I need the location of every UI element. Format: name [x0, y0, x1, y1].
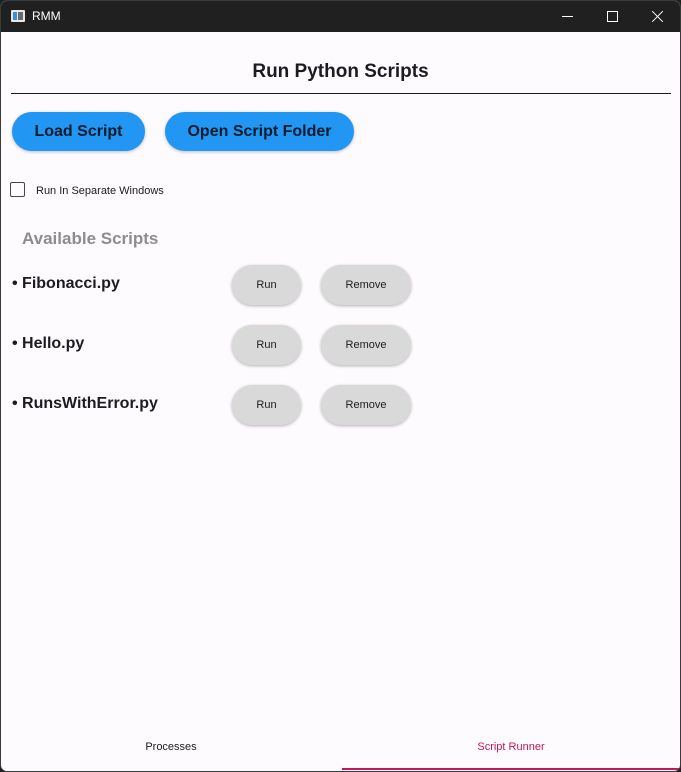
open-script-folder-button[interactable]: Open Script Folder [165, 112, 354, 151]
minimize-button[interactable] [545, 1, 591, 32]
script-name: • RunsWithError.py [12, 395, 158, 412]
remove-script-button[interactable]: Remove [321, 385, 411, 425]
run-separate-windows-checkbox[interactable] [10, 182, 25, 197]
available-scripts-heading: Available Scripts [22, 229, 159, 248]
script-row: • Fibonacci.py Run Remove [1, 262, 680, 310]
window-title: RMM [32, 9, 61, 23]
page-title: Run Python Scripts [252, 61, 429, 82]
minimize-icon [562, 16, 573, 17]
title-bar[interactable]: RMM [1, 1, 680, 32]
title-divider [11, 93, 671, 94]
remove-script-button[interactable]: Remove [321, 325, 411, 365]
run-separate-windows-label: Run In Separate Windows [36, 185, 164, 197]
script-row: • Hello.py Run Remove [1, 322, 680, 370]
remove-script-button[interactable]: Remove [321, 265, 411, 305]
run-script-button[interactable]: Run [232, 385, 301, 425]
tab-processes-label: Processes [145, 741, 197, 753]
tab-script-runner[interactable]: Script Runner [341, 727, 680, 771]
run-script-button[interactable]: Run [232, 325, 301, 365]
maximize-button[interactable] [590, 1, 636, 32]
app-icon [11, 10, 25, 22]
script-row: • RunsWithError.py Run Remove [1, 382, 680, 430]
tab-script-runner-label: Script Runner [477, 741, 545, 753]
load-script-button[interactable]: Load Script [12, 112, 145, 151]
active-tab-indicator [342, 768, 680, 770]
close-icon [651, 10, 664, 23]
close-button[interactable] [635, 1, 680, 32]
tab-processes[interactable]: Processes [1, 727, 341, 771]
app-window: RMM Run Python Scripts Load Script Open … [0, 0, 681, 772]
script-name: • Fibonacci.py [12, 275, 120, 292]
script-name: • Hello.py [12, 335, 85, 352]
run-script-button[interactable]: Run [232, 265, 301, 305]
maximize-icon [607, 11, 618, 22]
